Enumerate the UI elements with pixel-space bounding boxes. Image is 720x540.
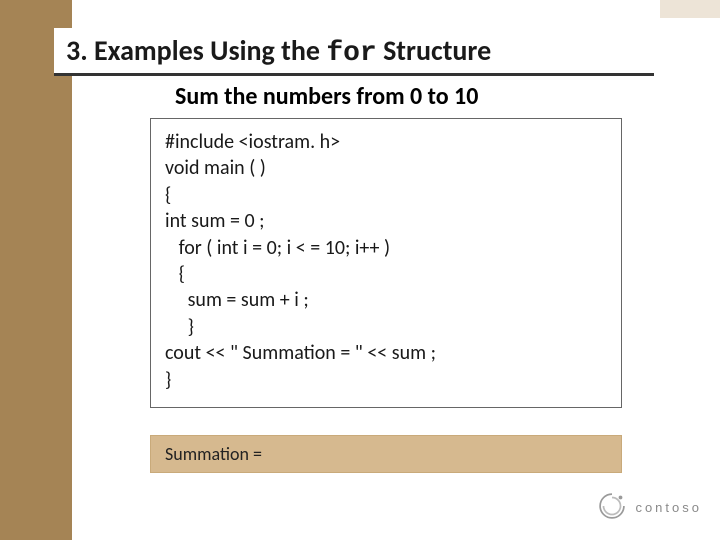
title-suffix: Structure <box>377 33 491 68</box>
code-line: sum = sum + i ; <box>165 287 607 313</box>
output-text: Summation = <box>165 443 262 465</box>
title-prefix: 3. Examples Using the <box>66 33 326 68</box>
code-line: for ( int i = 0; i < = 10; i++ ) <box>165 235 607 261</box>
code-line: } <box>165 367 607 393</box>
subtitle: Sum the numbers from 0 to 10 <box>175 82 478 111</box>
title-mono: for <box>326 38 376 69</box>
code-line: #include <iostram. h> <box>165 129 607 155</box>
code-line: { <box>165 182 607 208</box>
corner-accent <box>660 0 720 18</box>
slide-title: 3. Examples Using the for Structure <box>66 33 491 69</box>
left-accent-bar <box>0 0 72 540</box>
logo-swirl-icon <box>595 489 629 526</box>
code-line: { <box>165 261 607 287</box>
title-bar: 3. Examples Using the for Structure <box>54 28 654 76</box>
logo: contoso <box>595 489 702 526</box>
code-line: } <box>165 314 607 340</box>
code-line: void main ( ) <box>165 155 607 181</box>
code-box: #include <iostram. h> void main ( ) { in… <box>150 118 622 408</box>
code-line: cout << " Summation = " << sum ; <box>165 340 607 366</box>
code-line: int sum = 0 ; <box>165 208 607 234</box>
logo-text: contoso <box>635 500 702 515</box>
output-box: Summation = <box>150 435 622 473</box>
